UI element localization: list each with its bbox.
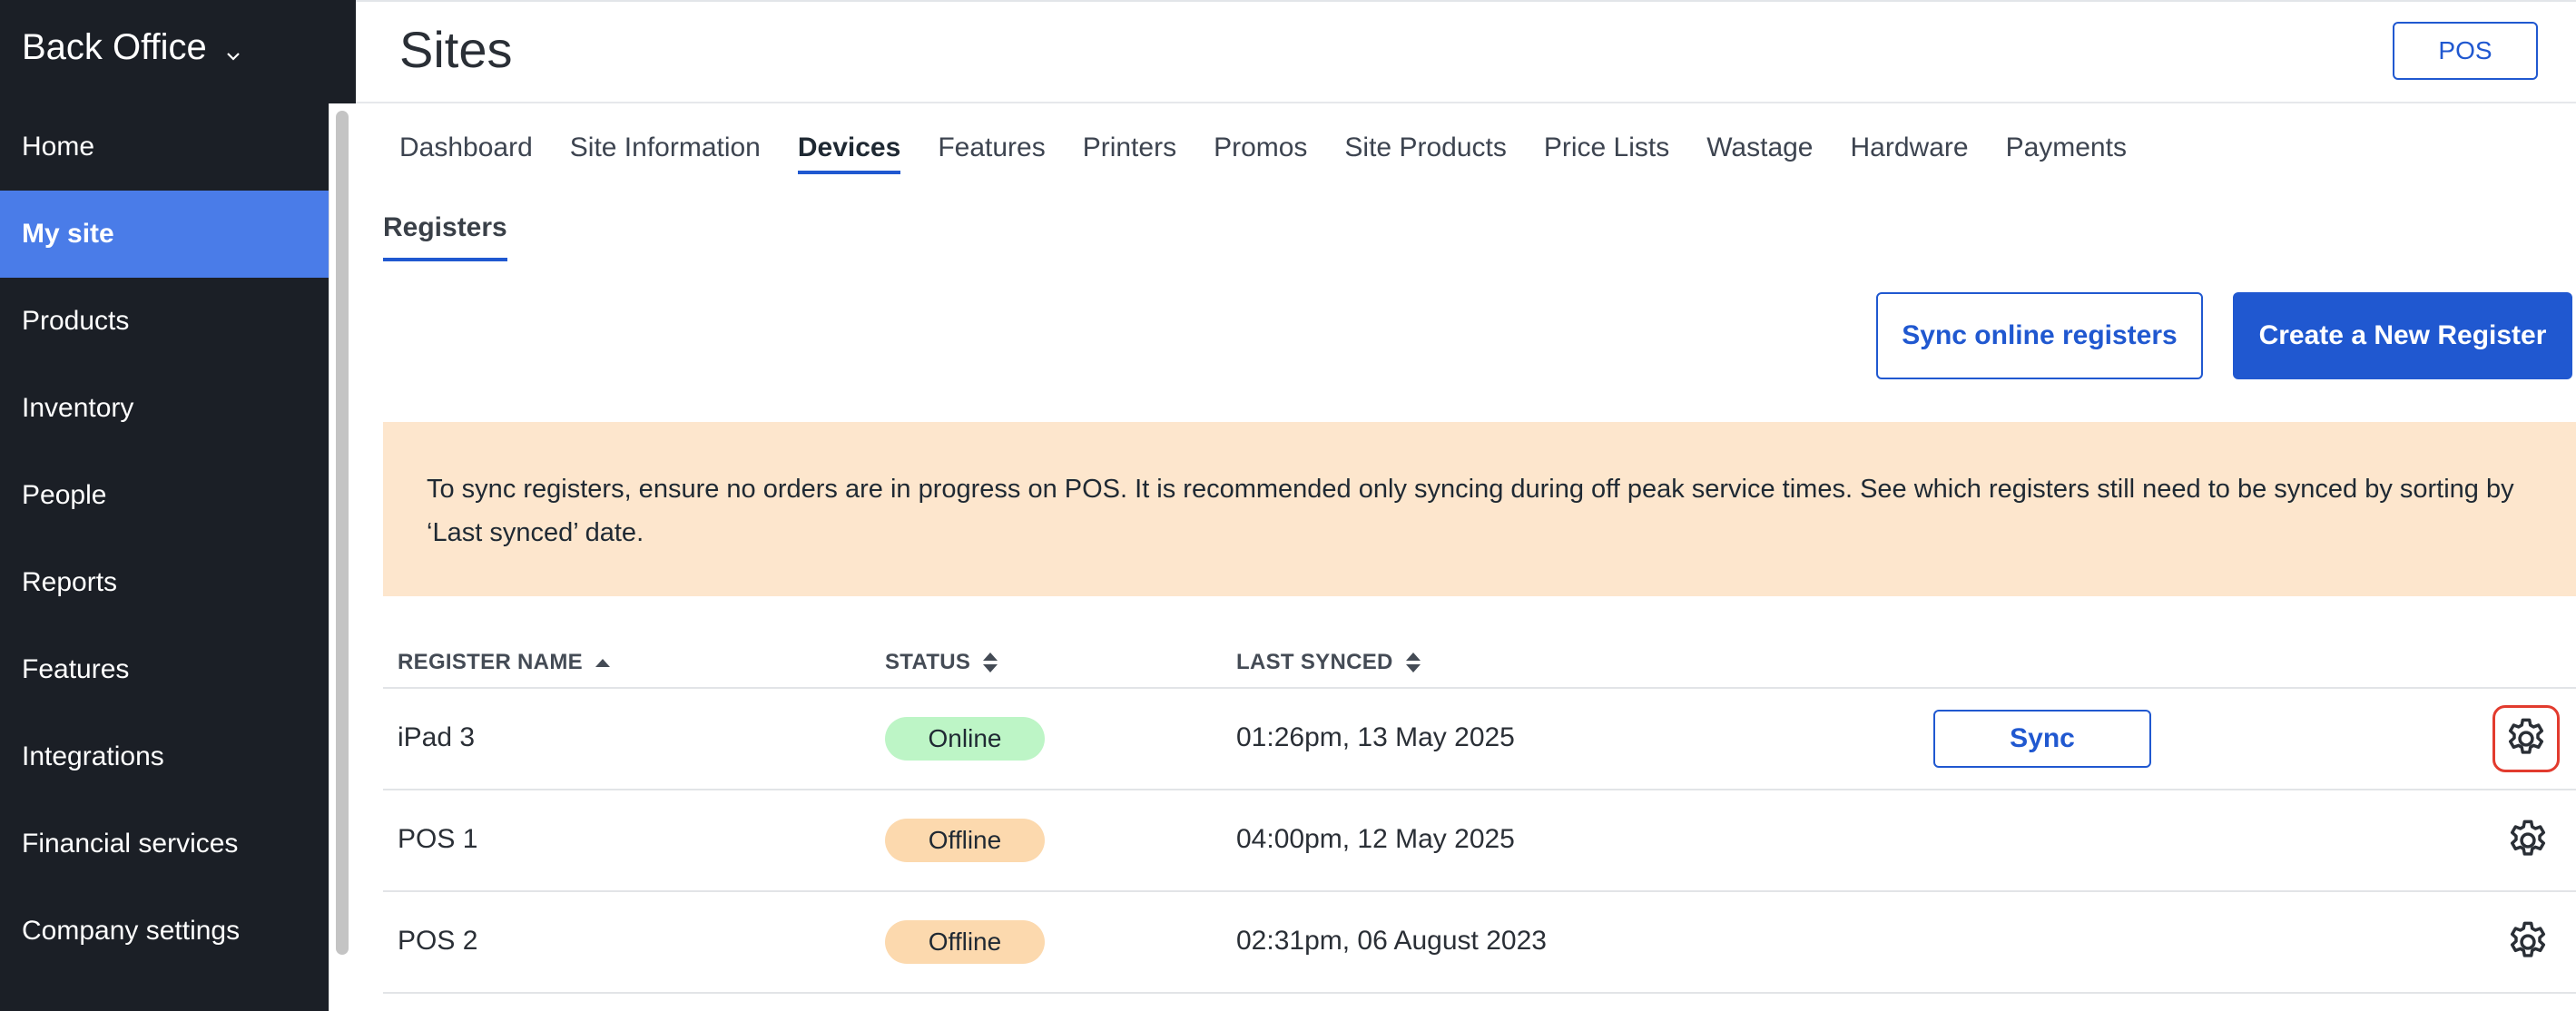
sync-button[interactable]: Sync [1933, 710, 2151, 768]
tab-features[interactable]: Features [938, 133, 1045, 174]
tab-price-lists[interactable]: Price Lists [1544, 133, 1669, 174]
sort-icon [1405, 653, 1421, 672]
sidebar-item-my-site[interactable]: My site [0, 191, 329, 278]
sidebar-nav: Home My site Products Inventory People R… [0, 103, 329, 975]
gear-icon [2510, 820, 2546, 856]
sidebar-item-financial-services[interactable]: Financial services [0, 800, 329, 888]
site-tabs: Dashboard Site Information Devices Featu… [399, 133, 2127, 174]
tab-devices[interactable]: Devices [797, 133, 901, 174]
brand-switcher[interactable]: Back Office [22, 27, 241, 70]
sidebar-item-label: Reports [22, 567, 118, 597]
sidebar-scrollbar[interactable] [329, 103, 356, 1011]
status-badge: Offline [885, 819, 1045, 862]
tab-payments[interactable]: Payments [2006, 133, 2127, 174]
column-header-status[interactable]: STATUS [885, 650, 999, 675]
sidebar-item-label: Home [22, 132, 95, 162]
sidebar-item-products[interactable]: Products [0, 278, 329, 365]
sort-ascending-icon [595, 659, 610, 667]
sidebar-item-label: Company settings [22, 916, 241, 946]
column-header-last-synced[interactable]: LAST SYNCED [1236, 650, 1422, 675]
register-settings-button[interactable] [2501, 915, 2555, 969]
gear-icon [2510, 921, 2546, 957]
tab-promos[interactable]: Promos [1214, 133, 1307, 174]
sidebar-item-label: Integrations [22, 741, 164, 771]
sidebar-scrollbar-thumb[interactable] [336, 111, 349, 955]
sidebar: Back Office Home My site Products Invent… [0, 0, 356, 1011]
row-divider [383, 789, 2576, 790]
sidebar-item-label: Financial services [22, 829, 239, 859]
sidebar-item-label: Inventory [22, 393, 134, 423]
column-header-label: LAST SYNCED [1236, 650, 1393, 674]
sidebar-item-company-settings[interactable]: Company settings [0, 888, 329, 975]
top-border [356, 0, 2576, 2]
tab-printers[interactable]: Printers [1083, 133, 1176, 174]
table-header-divider [383, 687, 2576, 689]
sidebar-item-people[interactable]: People [0, 452, 329, 539]
chevron-down-icon [226, 29, 241, 70]
sort-icon [983, 653, 998, 672]
pos-button[interactable]: POS [2393, 22, 2538, 80]
row-divider [383, 992, 2576, 994]
sidebar-item-integrations[interactable]: Integrations [0, 713, 329, 800]
subtab-registers[interactable]: Registers [383, 212, 507, 261]
last-synced: 01:26pm, 13 May 2025 [1236, 722, 1515, 752]
sidebar-item-label: My site [22, 219, 114, 249]
last-synced: 02:31pm, 06 August 2023 [1236, 926, 1547, 956]
register-name: POS 2 [398, 926, 478, 956]
row-divider [383, 890, 2576, 892]
sidebar-item-home[interactable]: Home [0, 103, 329, 191]
header-divider [356, 102, 2576, 103]
register-name: iPad 3 [398, 722, 476, 752]
tab-site-information[interactable]: Site Information [570, 133, 761, 174]
sidebar-item-reports[interactable]: Reports [0, 539, 329, 626]
status-badge: Offline [885, 920, 1045, 964]
column-header-register-name[interactable]: REGISTER NAME [398, 650, 612, 675]
sync-notice: To sync registers, ensure no orders are … [383, 422, 2576, 596]
sidebar-item-features[interactable]: Features [0, 626, 329, 713]
register-settings-button[interactable] [2492, 705, 2560, 772]
sync-online-registers-button[interactable]: Sync online registers [1876, 292, 2203, 379]
register-name: POS 1 [398, 824, 478, 854]
tab-hardware[interactable]: Hardware [1851, 133, 1969, 174]
tab-dashboard[interactable]: Dashboard [399, 133, 533, 174]
create-new-register-button[interactable]: Create a New Register [2233, 292, 2572, 379]
column-header-label: REGISTER NAME [398, 650, 583, 674]
status-badge: Online [885, 717, 1045, 761]
sync-notice-text: To sync registers, ensure no orders are … [427, 475, 2514, 547]
last-synced: 04:00pm, 12 May 2025 [1236, 824, 1515, 854]
sidebar-item-label: People [22, 480, 107, 510]
gear-icon [2508, 718, 2544, 754]
sidebar-item-label: Products [22, 306, 130, 336]
register-settings-button[interactable] [2501, 813, 2555, 868]
brand-label: Back Office [22, 27, 207, 67]
sidebar-item-inventory[interactable]: Inventory [0, 365, 329, 452]
tab-wastage[interactable]: Wastage [1706, 133, 1813, 174]
tab-site-products[interactable]: Site Products [1344, 133, 1506, 174]
sidebar-item-label: Features [22, 654, 130, 684]
column-header-label: STATUS [885, 650, 971, 674]
page-title: Sites [399, 21, 513, 78]
